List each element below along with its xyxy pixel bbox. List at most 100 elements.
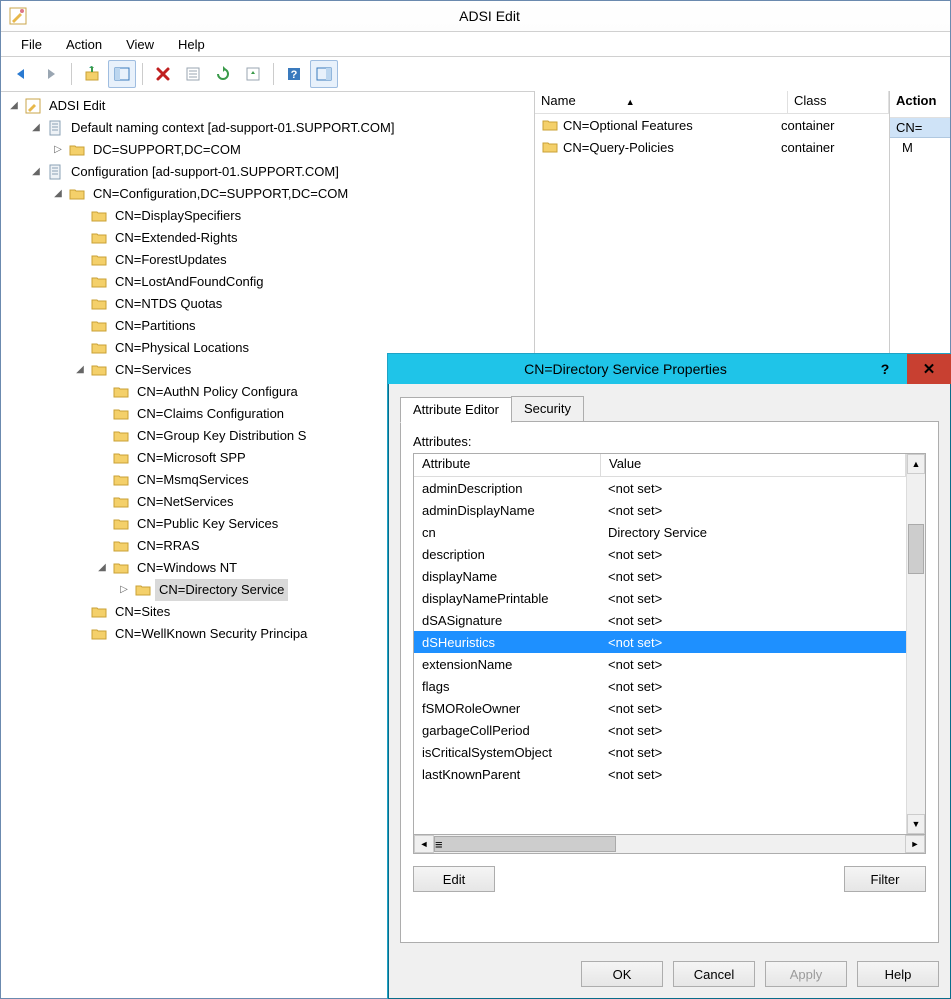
tree-toggle-icon[interactable]: ◢ (29, 117, 43, 139)
tree-root[interactable]: ◢ADSI Edit (1, 95, 534, 117)
back-button[interactable] (7, 60, 35, 88)
tree-partitions[interactable]: ·CN=Partitions (1, 315, 534, 337)
tree-display-specifiers[interactable]: ·CN=DisplaySpecifiers (1, 205, 534, 227)
tree-toggle-icon[interactable]: ◢ (73, 359, 87, 381)
attributes-label: Attributes: (413, 434, 926, 449)
folder-icon (90, 274, 108, 290)
tree-default-naming-context[interactable]: ◢Default naming context [ad-support-01.S… (1, 117, 534, 139)
list-row[interactable]: CN=Query-Policiescontainer (535, 136, 889, 158)
tree-item-label: CN=AuthN Policy Configura (133, 381, 302, 403)
folder-icon (112, 560, 130, 576)
tree-toggle-icon[interactable]: ▷ (117, 579, 131, 601)
actions-item[interactable]: M (890, 138, 950, 157)
hscroll-thumb[interactable]: ≡ (434, 836, 616, 852)
dialog-close-button[interactable]: ✕ (907, 354, 951, 384)
tree-cn-configuration[interactable]: ◢ CN=Configuration,DC=SUPPORT,DC=COM (1, 183, 534, 205)
menu-help[interactable]: Help (166, 35, 217, 54)
tree-toggle-icon[interactable]: ◢ (95, 557, 109, 579)
horizontal-scrollbar[interactable]: ◄ ≡ ► (413, 835, 926, 854)
app-icon (9, 7, 27, 25)
cancel-button[interactable]: Cancel (673, 961, 755, 987)
filter-button[interactable]: Filter (844, 866, 926, 892)
tree-extended-rights[interactable]: ·CN=Extended-Rights (1, 227, 534, 249)
sort-indicator-icon: ▲ (626, 97, 635, 107)
scroll-left-icon[interactable]: ◄ (414, 835, 434, 853)
dialog-help-button[interactable]: ? (863, 354, 907, 384)
folder-icon (134, 582, 152, 598)
tab-attribute-editor[interactable]: Attribute Editor (400, 397, 512, 423)
scroll-right-icon[interactable]: ► (905, 835, 925, 853)
delete-button[interactable] (149, 60, 177, 88)
menu-view[interactable]: View (114, 35, 166, 54)
list-cell-class: container (781, 118, 834, 133)
attribute-row[interactable]: fSMORoleOwner<not set> (414, 697, 906, 719)
edit-button[interactable]: Edit (413, 866, 495, 892)
attr-value: <not set> (600, 481, 906, 496)
folder-icon (90, 230, 108, 246)
col-class[interactable]: Class (788, 91, 889, 113)
actions-selection[interactable]: CN= (890, 118, 950, 138)
tree-lost-and-found[interactable]: ·CN=LostAndFoundConfig (1, 271, 534, 293)
tree-forest-updates[interactable]: ·CN=ForestUpdates (1, 249, 534, 271)
dialog-title: CN=Directory Service Properties (388, 361, 863, 377)
attr-name: cn (414, 525, 600, 540)
apply-button[interactable]: Apply (765, 961, 847, 987)
properties-dialog: CN=Directory Service Properties ? ✕ Attr… (387, 353, 951, 999)
scroll-thumb[interactable] (908, 524, 924, 574)
properties-button[interactable] (179, 60, 207, 88)
action-pane-button[interactable] (310, 60, 338, 88)
forward-button[interactable] (37, 60, 65, 88)
attr-name: lastKnownParent (414, 767, 600, 782)
vertical-scrollbar[interactable]: ▲ ▼ (906, 454, 925, 834)
tree-configuration-context[interactable]: ◢Configuration [ad-support-01.SUPPORT.CO… (1, 161, 534, 183)
tab-security[interactable]: Security (511, 396, 584, 422)
attribute-row[interactable]: cnDirectory Service (414, 521, 906, 543)
tree-toggle-icon[interactable]: ◢ (7, 95, 21, 117)
tree-item-label: CN=Services (111, 359, 195, 381)
scroll-up-icon[interactable]: ▲ (907, 454, 925, 474)
attribute-row[interactable]: description<not set> (414, 543, 906, 565)
attribute-row[interactable]: adminDescription<not set> (414, 477, 906, 499)
col-name[interactable]: Name▲ (535, 91, 788, 113)
attribute-row[interactable]: displayNamePrintable<not set> (414, 587, 906, 609)
col-value[interactable]: Value (601, 454, 906, 476)
attribute-row[interactable]: garbageCollPeriod<not set> (414, 719, 906, 741)
scroll-down-icon[interactable]: ▼ (907, 814, 925, 834)
tree-item-label: CN=Microsoft SPP (133, 447, 250, 469)
attribute-row[interactable]: lastKnownParent<not set> (414, 763, 906, 785)
list-cell-class: container (781, 140, 834, 155)
attribute-row[interactable]: dSHeuristics<not set> (414, 631, 906, 653)
menu-file[interactable]: File (9, 35, 54, 54)
attribute-row[interactable]: dSASignature<not set> (414, 609, 906, 631)
list-cell-name: CN=Query-Policies (563, 140, 781, 155)
dialog-title-bar[interactable]: CN=Directory Service Properties ? ✕ (388, 354, 951, 384)
attribute-row[interactable]: adminDisplayName<not set> (414, 499, 906, 521)
folder-icon (46, 164, 64, 180)
help-button[interactable]: Help (857, 961, 939, 987)
actions-header: Action (890, 91, 950, 118)
attribute-row[interactable]: isCriticalSystemObject<not set> (414, 741, 906, 763)
export-button[interactable] (239, 60, 267, 88)
attribute-row[interactable]: displayName<not set> (414, 565, 906, 587)
col-attribute[interactable]: Attribute (414, 454, 601, 476)
list-row[interactable]: CN=Optional Featurescontainer (535, 114, 889, 136)
show-tree-button[interactable] (108, 60, 136, 88)
tree-toggle-icon[interactable]: ◢ (51, 183, 65, 205)
tree-item-label: CN=Configuration,DC=SUPPORT,DC=COM (89, 183, 352, 205)
tree-toggle-icon[interactable]: ▷ (51, 139, 65, 161)
ok-button[interactable]: OK (581, 961, 663, 987)
help-button[interactable]: ? (280, 60, 308, 88)
up-button[interactable] (78, 60, 106, 88)
attributes-table[interactable]: Attribute Value adminDescription<not set… (413, 453, 926, 835)
attribute-row[interactable]: extensionName<not set> (414, 653, 906, 675)
tree-item-label: CN=Public Key Services (133, 513, 282, 535)
refresh-button[interactable] (209, 60, 237, 88)
tree-ntds-quotas[interactable]: ·CN=NTDS Quotas (1, 293, 534, 315)
tree-dc-support[interactable]: ▷DC=SUPPORT,DC=COM (1, 139, 534, 161)
attribute-row[interactable]: flags<not set> (414, 675, 906, 697)
menu-action[interactable]: Action (54, 35, 114, 54)
folder-icon (112, 428, 130, 444)
dialog-footer: OK Cancel Apply Help (581, 961, 939, 987)
tree-toggle-icon[interactable]: ◢ (29, 161, 43, 183)
attr-value: Directory Service (600, 525, 906, 540)
